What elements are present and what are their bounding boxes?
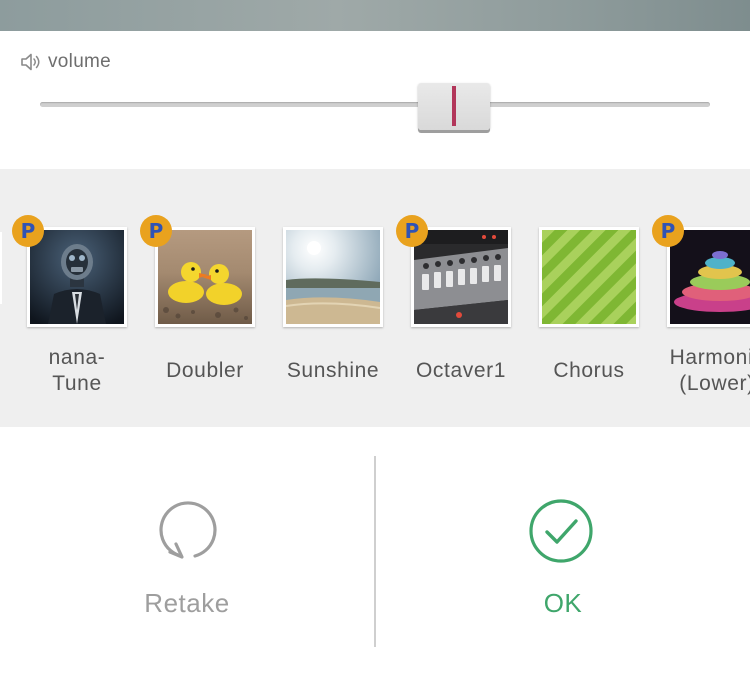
effect-thumbnail-nana-tune <box>27 227 127 327</box>
effect-harmonizer-lower[interactable]: P Harmoniz (Lower) <box>652 215 750 395</box>
premium-badge: P <box>140 215 172 247</box>
rubber-ducks-image <box>158 230 252 324</box>
premium-badge: P <box>396 215 428 247</box>
volume-slider-track[interactable] <box>40 102 710 107</box>
effect-thumbnail-octaver1 <box>411 227 511 327</box>
effect-chorus[interactable]: Chorus <box>539 227 639 387</box>
retake-label: Retake <box>144 588 230 618</box>
premium-badge: P <box>12 215 44 247</box>
check-circle-icon <box>529 499 593 563</box>
retake-button[interactable]: Retake <box>0 480 374 650</box>
mixer-console-image <box>414 230 508 324</box>
volume-slider-thumb[interactable] <box>418 83 490 130</box>
top-image-strip <box>0 0 750 31</box>
beach-sun-image <box>286 230 380 324</box>
effects-carousel[interactable]: P nana- Tune P Doubler Sunshine P Octave… <box>0 169 750 427</box>
effect-thumbnail-sunshine <box>283 227 383 327</box>
previous-item-edge <box>0 232 2 304</box>
ok-button[interactable]: OK <box>376 480 750 650</box>
effect-thumbnail-doubler <box>155 227 255 327</box>
speaker-icon <box>21 53 40 71</box>
ok-label: OK <box>543 588 583 618</box>
green-stripes-image <box>542 230 636 324</box>
effect-label: Harmoniz (Lower) <box>669 346 750 395</box>
slider-thumb-mark <box>452 86 456 126</box>
effect-nana-tune[interactable]: P nana- Tune <box>12 215 127 395</box>
volume-row: volume <box>20 50 111 74</box>
effect-octaver1[interactable]: P Octaver1 <box>396 215 511 387</box>
effect-thumbnail-chorus <box>539 227 639 327</box>
effect-doubler[interactable]: P Doubler <box>140 215 255 387</box>
effect-sunshine[interactable]: Sunshine <box>283 227 383 387</box>
spectrum-layers-image <box>670 230 750 324</box>
premium-badge: P <box>652 215 684 247</box>
refresh-icon <box>159 501 217 559</box>
volume-label: volume <box>48 51 112 72</box>
robot-suit-image <box>30 230 124 324</box>
